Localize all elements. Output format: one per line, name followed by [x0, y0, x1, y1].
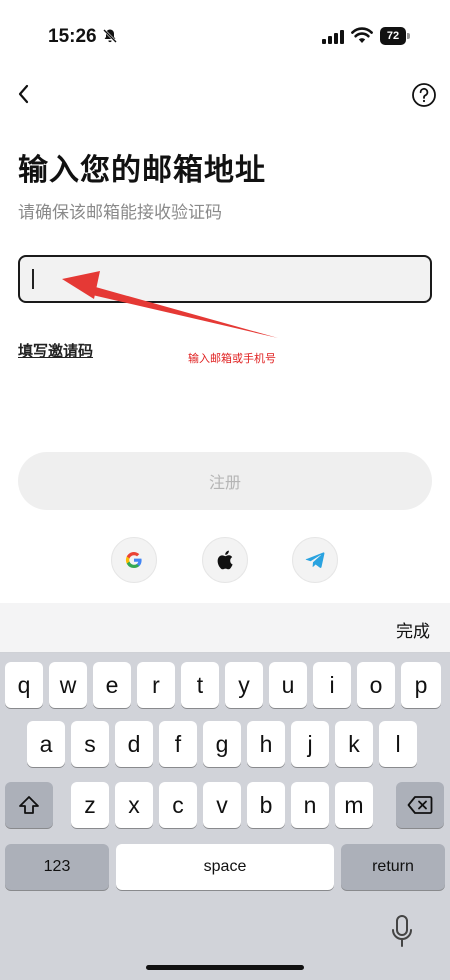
page-subtitle: 请确保该邮箱能接收验证码 — [18, 203, 222, 223]
home-indicator[interactable] — [146, 965, 304, 970]
keyboard: 完成 q w e r t y u i o p a s d f g h j k l… — [0, 603, 450, 980]
status-time: 15:26 — [48, 26, 97, 47]
delete-key[interactable] — [396, 782, 444, 828]
google-icon — [125, 552, 142, 569]
register-button[interactable]: 注册 — [18, 452, 432, 510]
google-login-button[interactable] — [111, 537, 157, 583]
key-q[interactable]: q — [5, 662, 43, 708]
battery-level: 72 — [380, 27, 406, 45]
status-bar: 15:26 72 — [0, 0, 450, 70]
numbers-key[interactable]: 123 — [5, 844, 109, 890]
email-input-container[interactable] — [18, 255, 432, 303]
key-j[interactable]: j — [291, 721, 329, 767]
key-o[interactable]: o — [357, 662, 395, 708]
key-u[interactable]: u — [269, 662, 307, 708]
page-title: 输入您的邮箱地址 — [18, 153, 266, 188]
key-p[interactable]: p — [401, 662, 441, 708]
key-z[interactable]: z — [71, 782, 109, 828]
shift-arrow-icon — [19, 796, 39, 814]
key-b[interactable]: b — [247, 782, 285, 828]
annotation-label: 输入邮箱或手机号 — [188, 352, 276, 365]
space-key[interactable]: space — [116, 844, 334, 890]
key-e[interactable]: e — [93, 662, 131, 708]
key-r[interactable]: r — [137, 662, 175, 708]
key-y[interactable]: y — [225, 662, 263, 708]
key-x[interactable]: x — [115, 782, 153, 828]
key-g[interactable]: g — [203, 721, 241, 767]
key-n[interactable]: n — [291, 782, 329, 828]
key-d[interactable]: d — [115, 721, 153, 767]
key-f[interactable]: f — [159, 721, 197, 767]
key-l[interactable]: l — [379, 721, 417, 767]
apple-login-button[interactable] — [202, 537, 248, 583]
key-s[interactable]: s — [71, 721, 109, 767]
key-c[interactable]: c — [159, 782, 197, 828]
key-a[interactable]: a — [27, 721, 65, 767]
back-chevron-icon[interactable] — [12, 80, 36, 108]
key-v[interactable]: v — [203, 782, 241, 828]
key-i[interactable]: i — [313, 662, 351, 708]
key-h[interactable]: h — [247, 721, 285, 767]
text-caret — [32, 269, 34, 289]
microphone-icon[interactable] — [390, 914, 414, 950]
shift-key[interactable] — [5, 782, 53, 828]
key-m[interactable]: m — [335, 782, 373, 828]
telegram-login-button[interactable] — [292, 537, 338, 583]
backspace-icon — [407, 796, 433, 814]
telegram-icon — [305, 552, 325, 568]
apple-icon — [217, 550, 233, 570]
key-w[interactable]: w — [49, 662, 87, 708]
wifi-icon — [351, 27, 373, 43]
bell-slash-icon — [103, 29, 117, 43]
keyboard-done-button[interactable]: 完成 — [396, 617, 430, 642]
key-t[interactable]: t — [181, 662, 219, 708]
email-input[interactable] — [40, 257, 420, 301]
help-icon[interactable] — [411, 82, 437, 108]
key-k[interactable]: k — [335, 721, 373, 767]
cellular-signal-icon — [322, 30, 344, 44]
keyboard-toolbar: 完成 — [0, 603, 450, 653]
invite-code-link[interactable]: 填写邀请码 — [18, 340, 93, 361]
battery-icon: 72 — [380, 27, 410, 45]
return-key[interactable]: return — [341, 844, 445, 890]
